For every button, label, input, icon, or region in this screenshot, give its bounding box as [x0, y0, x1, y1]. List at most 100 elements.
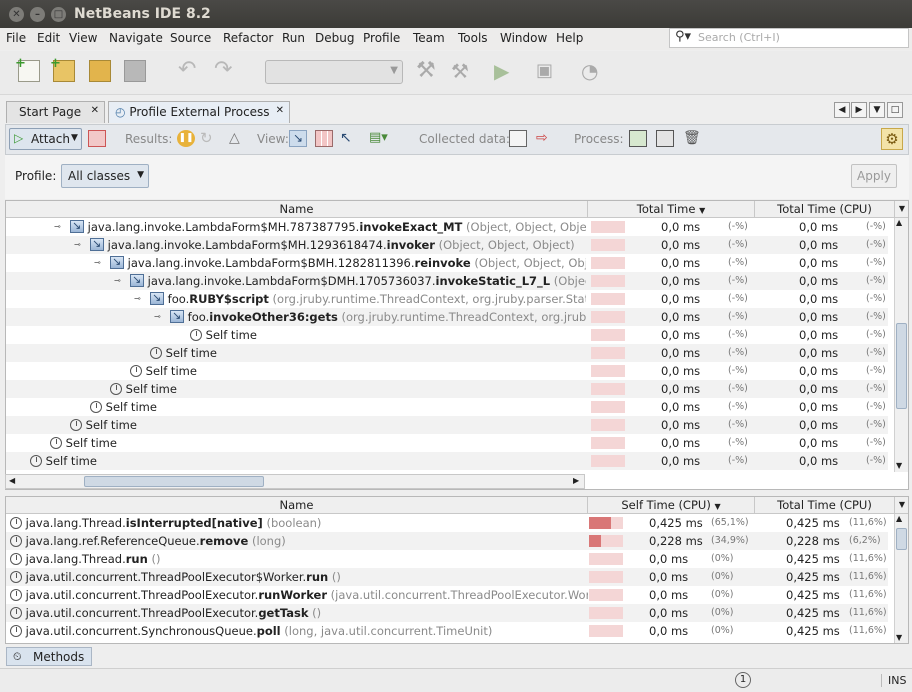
- column-total-time-header[interactable]: Total Time ▼: [588, 201, 755, 218]
- tab-profile-external-process[interactable]: ◴ Profile External Process ✕: [108, 101, 290, 123]
- hot-spots-grid-icon[interactable]: [315, 130, 333, 147]
- apply-button[interactable]: Apply: [851, 164, 897, 188]
- column-name-header[interactable]: Name: [6, 497, 588, 514]
- column-total-cpu-header[interactable]: Total Time (CPU): [755, 497, 895, 514]
- table-row[interactable]: Self time 0,0 ms (-%) 0,0 ms (-%): [6, 362, 888, 380]
- expanded-node-icon[interactable]: ⊸: [94, 259, 101, 267]
- table-row[interactable]: ⊸ foo.invokeOther36:gets (org.jruby.runt…: [6, 308, 888, 326]
- open-project-icon[interactable]: [89, 60, 111, 82]
- stop-icon[interactable]: [88, 130, 106, 147]
- reset-results-icon[interactable]: ↻: [200, 130, 218, 147]
- column-name-header[interactable]: Name: [6, 201, 588, 218]
- table-row[interactable]: ⊸ java.lang.invoke.LambdaForm$MH.1293618…: [6, 236, 888, 254]
- tab-start-page[interactable]: Start Page ✕: [6, 101, 105, 123]
- gc-trash-icon[interactable]: 🗑: [683, 130, 701, 147]
- expanded-node-icon[interactable]: ⊸: [154, 313, 161, 321]
- scroll-tabs-right-icon[interactable]: ▶: [851, 102, 867, 118]
- column-total-cpu-header[interactable]: Total Time (CPU): [755, 201, 895, 218]
- scroll-up-icon[interactable]: ▲: [896, 514, 902, 523]
- table-row[interactable]: ⊸ java.lang.invoke.LambdaForm$DMH.170573…: [6, 272, 888, 290]
- profile-mode-dropdown[interactable]: All classes ▼: [61, 164, 149, 188]
- table-row[interactable]: java.util.concurrent.ThreadPoolExecutor.…: [6, 586, 888, 604]
- close-icon[interactable]: ✕: [91, 105, 99, 116]
- call-tree-horizontal-scrollbar[interactable]: ◀ ▶: [5, 474, 585, 489]
- table-row[interactable]: Self time 0,0 ms (-%) 0,0 ms (-%): [6, 326, 888, 344]
- export-icon[interactable]: ⇨: [536, 130, 554, 147]
- menu-debug[interactable]: Debug: [315, 31, 354, 45]
- table-row[interactable]: Self time 0,0 ms (-%) 0,0 ms (-%): [6, 344, 888, 362]
- table-row[interactable]: Self time 0,0 ms (-%) 0,0 ms (-%): [6, 452, 888, 470]
- close-window-icon[interactable]: ✕: [9, 7, 24, 22]
- menu-edit[interactable]: Edit: [37, 31, 60, 45]
- menu-team[interactable]: Team: [413, 31, 445, 45]
- menu-navigate[interactable]: Navigate: [109, 31, 163, 45]
- redo-icon[interactable]: ↷: [214, 59, 236, 82]
- table-row[interactable]: Self time 0,0 ms (-%) 0,0 ms (-%): [6, 398, 888, 416]
- menu-profile[interactable]: Profile: [363, 31, 400, 45]
- search-input[interactable]: ⚲▾ Search (Ctrl+I): [669, 28, 909, 48]
- menu-refactor[interactable]: Refactor: [223, 31, 273, 45]
- table-row[interactable]: java.lang.Thread.run () 0,0 ms (0%) 0,425 m…: [6, 550, 888, 568]
- new-file-icon[interactable]: +: [15, 56, 40, 82]
- table-row[interactable]: Self time 0,0 ms (-%) 0,0 ms (-%): [6, 434, 888, 452]
- menu-help[interactable]: Help: [556, 31, 583, 45]
- hot-spots-vertical-scrollbar[interactable]: ▲ ▼: [894, 514, 908, 643]
- settings-gear-icon[interactable]: ⚙: [881, 128, 903, 150]
- scroll-thumb[interactable]: [896, 528, 907, 550]
- undo-icon[interactable]: ↶: [178, 59, 200, 82]
- notifications-icon[interactable]: 1: [735, 672, 751, 688]
- expanded-node-icon[interactable]: ⊸: [114, 277, 121, 285]
- heap-dump-icon[interactable]: [656, 130, 674, 147]
- debug-icon[interactable]: ▣: [536, 60, 558, 82]
- scroll-down-icon[interactable]: ▼: [896, 461, 902, 470]
- profile-icon[interactable]: ◔: [581, 60, 603, 82]
- new-project-icon[interactable]: +: [50, 56, 75, 82]
- table-row[interactable]: ⊸ foo.RUBY$script (org.jruby.runtime.Thr…: [6, 290, 888, 308]
- thread-dump-icon[interactable]: [629, 130, 647, 147]
- run-icon[interactable]: ▶: [494, 60, 516, 82]
- table-row[interactable]: java.util.concurrent.ThreadPoolExecutor$…: [6, 568, 888, 586]
- column-chooser-icon[interactable]: ▼: [895, 201, 908, 218]
- scroll-left-icon[interactable]: ◀: [9, 476, 15, 485]
- scroll-right-icon[interactable]: ▶: [573, 476, 579, 485]
- save-all-icon[interactable]: [124, 60, 146, 82]
- combined-view-icon[interactable]: ▤▾: [369, 130, 397, 147]
- snapshot-icon[interactable]: △: [229, 130, 247, 147]
- clean-build-icon[interactable]: ⚒: [451, 60, 473, 82]
- forward-calls-icon[interactable]: ↘: [289, 130, 307, 147]
- scroll-down-icon[interactable]: ▼: [896, 633, 902, 642]
- table-row[interactable]: java.lang.ref.ReferenceQueue.remove (lon…: [6, 532, 888, 550]
- horizontal-scroll-thumb[interactable]: [84, 476, 264, 487]
- expanded-node-icon[interactable]: ⊸: [74, 241, 81, 249]
- menu-view[interactable]: View: [69, 31, 97, 45]
- menu-tools[interactable]: Tools: [458, 31, 488, 45]
- call-tree-vertical-scrollbar[interactable]: ▲ ▼: [894, 218, 908, 472]
- column-chooser-icon[interactable]: ▼: [895, 497, 908, 514]
- maximize-window-icon[interactable]: □: [51, 7, 66, 22]
- pause-results-icon[interactable]: ❚❚: [177, 130, 195, 147]
- menu-window[interactable]: Window: [500, 31, 547, 45]
- configuration-combo[interactable]: ▼: [265, 60, 403, 84]
- table-row[interactable]: Self time 0,0 ms (-%) 0,0 ms (-%): [6, 416, 888, 434]
- table-row[interactable]: java.lang.Thread.isInterrupted[native] (…: [6, 514, 888, 532]
- tab-list-icon[interactable]: ▼: [869, 102, 885, 118]
- menu-file[interactable]: File: [6, 31, 26, 45]
- expanded-node-icon[interactable]: ⊸: [134, 295, 141, 303]
- scroll-tabs-left-icon[interactable]: ◀: [834, 102, 850, 118]
- reverse-calls-icon[interactable]: ↖: [340, 130, 358, 147]
- table-row[interactable]: java.util.concurrent.ThreadPoolExecutor.…: [6, 604, 888, 622]
- column-self-cpu-header[interactable]: Self Time (CPU) ▼: [588, 497, 755, 514]
- table-row[interactable]: Self time 0,0 ms (-%) 0,0 ms (-%): [6, 380, 888, 398]
- scroll-up-icon[interactable]: ▲: [896, 218, 902, 227]
- attach-button[interactable]: ▷ Attach ▼: [9, 128, 82, 150]
- table-row[interactable]: java.util.concurrent.SynchronousQueue.po…: [6, 622, 888, 640]
- table-row[interactable]: ⊸ java.lang.invoke.LambdaForm$BMH.128281…: [6, 254, 888, 272]
- table-row[interactable]: ⊸ java.lang.invoke.LambdaForm$MH.7873877…: [6, 218, 888, 236]
- expanded-node-icon[interactable]: ⊸: [54, 223, 61, 231]
- collected-data-icon[interactable]: [509, 130, 527, 147]
- build-hammer-icon[interactable]: ⚒: [416, 60, 438, 82]
- tab-methods[interactable]: ⏲ Methods: [6, 647, 92, 666]
- menu-source[interactable]: Source: [170, 31, 211, 45]
- menu-run[interactable]: Run: [282, 31, 305, 45]
- close-icon[interactable]: ✕: [276, 105, 284, 116]
